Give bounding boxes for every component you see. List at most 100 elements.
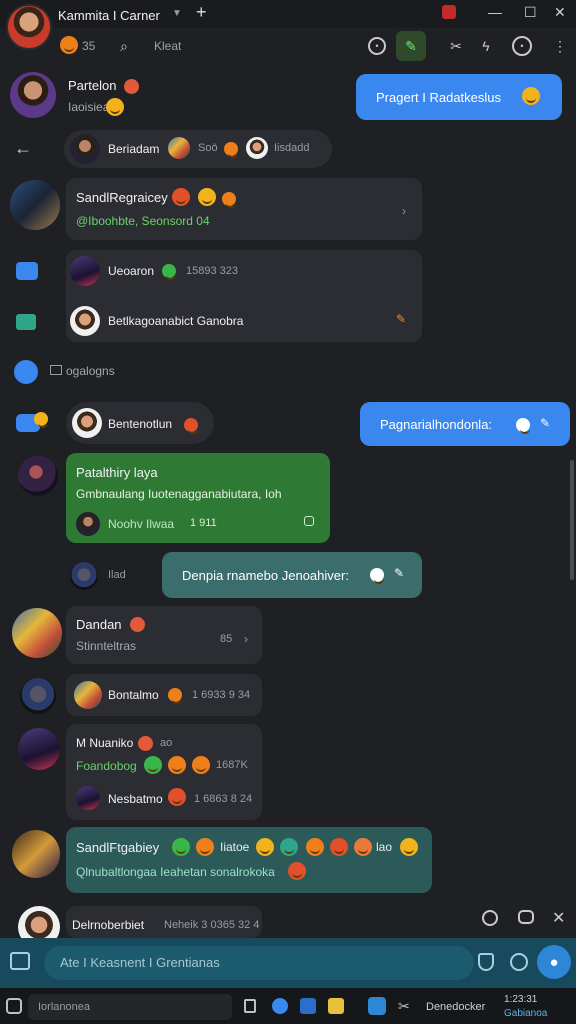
avatar — [76, 512, 100, 536]
emoji-icon — [192, 756, 210, 774]
group-card[interactable] — [66, 178, 422, 240]
avatar — [168, 137, 190, 159]
chevron-right-icon[interactable]: › — [402, 204, 406, 218]
emoji-icon — [198, 188, 216, 206]
thread-meta: Soö — [198, 142, 218, 154]
emoji-picker-icon[interactable] — [510, 953, 528, 971]
sender-tag-2: lao — [376, 840, 393, 854]
app-icon — [442, 5, 456, 19]
edit-icon[interactable]: ✎ — [540, 416, 550, 430]
emoji-icon — [280, 838, 298, 856]
avatar — [70, 306, 100, 336]
emoji-icon — [522, 87, 540, 105]
status-badge — [138, 735, 153, 753]
search-icon[interactable]: ⌕ — [112, 34, 136, 58]
search-input[interactable]: Kleat — [154, 39, 181, 53]
avatar[interactable] — [18, 728, 60, 770]
section-icon — [14, 360, 38, 384]
emoji-icon — [370, 566, 384, 584]
emoji-icon — [516, 416, 530, 434]
avatar[interactable] — [12, 608, 62, 658]
group-avatar[interactable] — [10, 180, 60, 230]
new-tab-button[interactable]: + — [196, 2, 207, 23]
tools-icon[interactable]: ✂ — [398, 998, 410, 1015]
media-name-2: Betlkagoanabict Ganobra — [108, 314, 244, 328]
contact-name: M Nuaniko — [76, 736, 134, 750]
emoji-icon — [184, 416, 198, 434]
more-icon[interactable]: ⋮ — [548, 34, 572, 58]
store-icon[interactable] — [300, 998, 316, 1014]
folder-icon[interactable] — [328, 998, 344, 1014]
emoji-icon — [162, 262, 176, 280]
incoming-message[interactable] — [66, 827, 432, 893]
scrollbar[interactable] — [570, 460, 574, 580]
close-icon[interactable]: ✕ — [552, 908, 565, 928]
contact-status: Foandobog — [76, 759, 137, 773]
message-body: Qlnubaltlongaa Ieahetan sonalrokoka — [76, 865, 275, 879]
browser-icon[interactable] — [272, 998, 288, 1014]
media-meta: 15893 323 — [186, 265, 238, 277]
emoji-icon — [144, 756, 162, 774]
camera-icon[interactable] — [16, 262, 38, 280]
unread-count: 85 — [220, 633, 233, 645]
profile-avatar[interactable] — [6, 4, 52, 50]
attachment-icon[interactable] — [304, 516, 314, 526]
group-subtitle: @Iboohbte, Seonsord 04 — [76, 214, 210, 228]
avatar[interactable] — [12, 830, 60, 878]
folder-icon — [50, 365, 62, 375]
pill-name: Bentenotlun — [108, 417, 173, 431]
badge-count: 35 — [82, 39, 96, 53]
maximize-button[interactable]: ☐ — [524, 4, 537, 21]
close-button[interactable]: ✕ — [554, 4, 566, 21]
emoji-icon — [256, 838, 274, 856]
sender-name: Patalthiry laya — [76, 465, 158, 480]
emoji-icon — [354, 838, 372, 856]
emoji-icon — [288, 862, 306, 880]
chat-app-icon[interactable] — [368, 997, 386, 1015]
sender-name: SandlFtgabiey — [76, 840, 160, 855]
back-arrow-icon[interactable]: ← — [14, 138, 32, 159]
photo-icon[interactable] — [16, 314, 36, 330]
message-meta: 1 911 — [190, 517, 217, 529]
avatar — [70, 562, 98, 590]
avatar — [76, 786, 100, 810]
edit-icon[interactable]: ✎ — [394, 566, 404, 580]
status-emoji — [60, 36, 78, 54]
history-icon[interactable]: • — [512, 36, 532, 56]
avatar[interactable] — [18, 456, 58, 496]
clock-icon[interactable] — [482, 910, 498, 926]
chevron-right-icon[interactable]: › — [244, 632, 248, 646]
avatar — [74, 681, 102, 709]
attach-icon[interactable] — [10, 952, 30, 970]
bolt-icon[interactable]: ϟ — [474, 34, 498, 58]
avatar — [246, 137, 268, 159]
compose-icon[interactable]: ✎ — [396, 31, 426, 61]
start-icon[interactable] — [6, 998, 22, 1014]
chevron-down-icon[interactable]: ▼ — [172, 8, 182, 19]
avatar — [72, 408, 102, 438]
avatar[interactable] — [10, 72, 56, 118]
section-label: ogalogns — [66, 364, 115, 378]
contact-name: Delrnoberbiet — [72, 918, 145, 932]
microphone-button[interactable]: ● — [537, 945, 571, 979]
file-icon[interactable] — [244, 999, 256, 1013]
avatar[interactable] — [20, 678, 56, 714]
contact-name: Partelon — [68, 78, 117, 93]
edit-icon[interactable]: ✎ — [396, 312, 406, 326]
clock-icon[interactable]: • — [368, 37, 386, 55]
tools-icon[interactable]: ✂ — [444, 34, 468, 58]
emoji-icon — [168, 788, 186, 806]
emoji-icon — [330, 838, 348, 856]
message-body: Gmbnaulang Iuotenagganabiutara, Ioh — [76, 487, 282, 501]
chat-row[interactable] — [66, 606, 262, 664]
message-icon[interactable] — [518, 910, 534, 924]
row-meta: Neheik 3 0365 32 4 — [164, 919, 260, 931]
minimize-button[interactable]: — — [488, 4, 502, 20]
message-sub: Noohv Ilwaa — [108, 517, 175, 531]
status-badge — [130, 616, 145, 634]
sticker-icon[interactable] — [478, 953, 494, 971]
taskbar-search-text: Iorlanonea — [38, 1001, 90, 1013]
emoji-icon — [400, 838, 418, 856]
thread-name: Beriadam — [108, 142, 160, 156]
contact-name: Dandan — [76, 617, 122, 632]
